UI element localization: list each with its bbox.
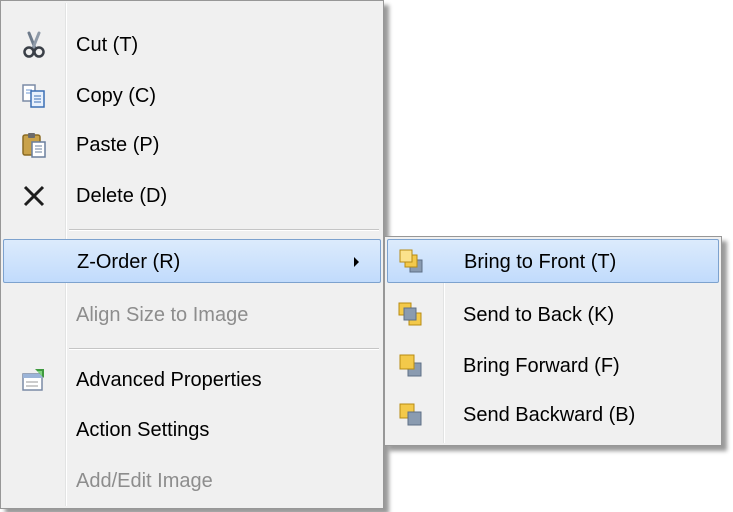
- send-to-back-icon: [396, 301, 424, 329]
- properties-icon: [20, 366, 48, 394]
- menu-item-label: Paste (P): [76, 134, 160, 156]
- copy-icon: [20, 82, 48, 110]
- menu-item-label: Z-Order (R): [77, 251, 181, 273]
- menu-item-label: Add/Edit Image: [76, 470, 213, 492]
- menu-item-label: Bring to Front (T): [464, 251, 617, 273]
- submenu-item-bring-to-front[interactable]: Bring to Front (T): [387, 239, 719, 283]
- submenu-arrow-icon: [354, 257, 359, 267]
- menu-item-label: Advanced Properties: [76, 369, 262, 391]
- submenu-item-send-backward[interactable]: Send Backward (B): [387, 393, 719, 437]
- z-order-submenu: Bring to Front (T) Send to Back (K) Brin…: [384, 236, 722, 446]
- menu-separator: [69, 229, 379, 231]
- menu-item-add-edit-image[interactable]: Add/Edit Image: [3, 459, 381, 503]
- paste-icon: [20, 131, 48, 159]
- menu-item-advanced-properties[interactable]: Advanced Properties: [3, 358, 381, 402]
- submenu-item-send-to-back[interactable]: Send to Back (K): [387, 293, 719, 337]
- menu-item-label: Action Settings: [76, 419, 210, 441]
- menu-item-align-size[interactable]: Align Size to Image: [3, 293, 381, 337]
- bring-to-front-icon: [397, 248, 425, 276]
- menu-item-label: Send Backward (B): [463, 404, 636, 426]
- context-menu: Cut (T) Copy (C) Paste (P) Delete (D) Z-…: [0, 0, 384, 509]
- menu-item-action-settings[interactable]: Action Settings: [3, 408, 381, 452]
- send-backward-icon: [396, 401, 424, 429]
- menu-item-cut[interactable]: Cut (T): [3, 23, 381, 67]
- menu-item-label: Align Size to Image: [76, 304, 249, 326]
- menu-item-copy[interactable]: Copy (C): [3, 74, 381, 118]
- menu-item-paste[interactable]: Paste (P): [3, 123, 381, 167]
- submenu-item-bring-forward[interactable]: Bring Forward (F): [387, 344, 719, 388]
- menu-item-z-order[interactable]: Z-Order (R): [3, 239, 381, 283]
- delete-x-icon: [20, 182, 48, 210]
- bring-forward-icon: [396, 352, 424, 380]
- menu-separator: [69, 348, 379, 350]
- menu-item-label: Send to Back (K): [463, 304, 615, 326]
- scissors-icon: [20, 31, 48, 59]
- menu-item-label: Cut (T): [76, 34, 139, 56]
- menu-item-delete[interactable]: Delete (D): [3, 174, 381, 218]
- menu-item-label: Copy (C): [76, 85, 157, 107]
- menu-item-label: Delete (D): [76, 185, 168, 207]
- menu-item-label: Bring Forward (F): [463, 355, 620, 377]
